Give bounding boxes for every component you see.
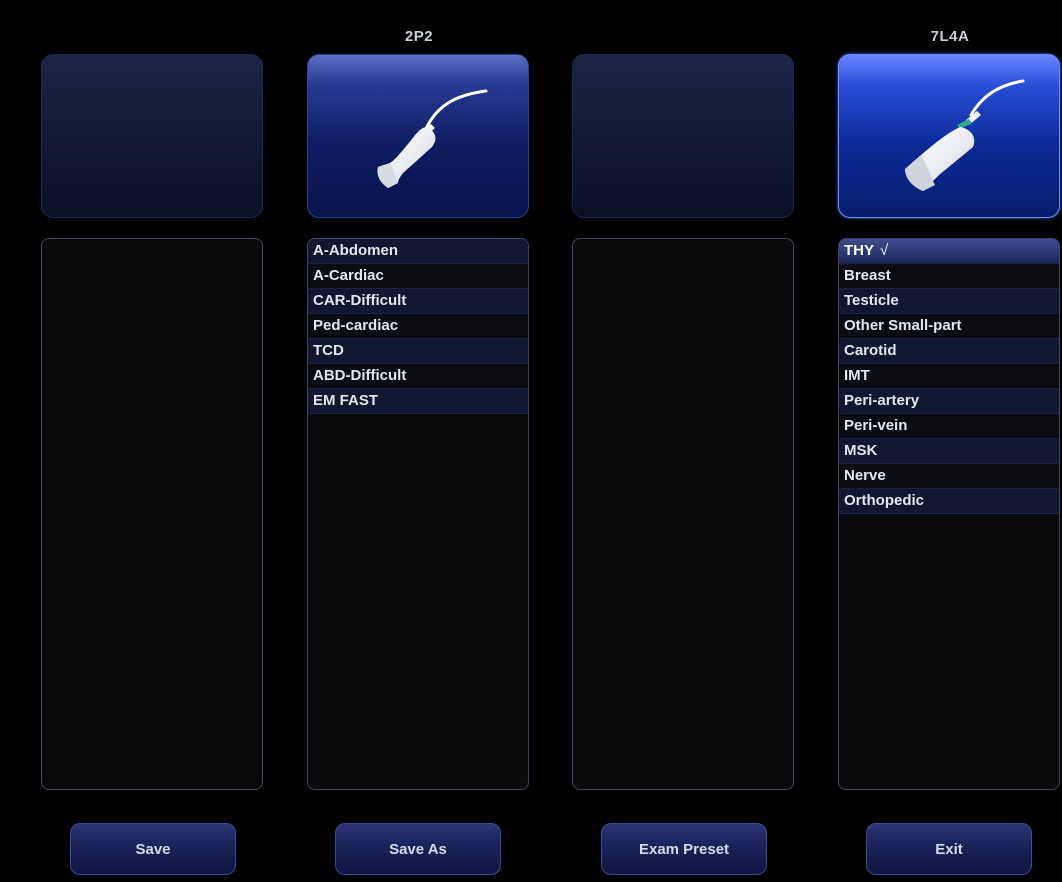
save-as-button[interactable]: Save As — [335, 823, 501, 875]
list-item[interactable]: Peri-artery — [839, 389, 1059, 414]
exit-button[interactable]: Exit — [866, 823, 1032, 875]
probe-slot-4[interactable] — [838, 54, 1060, 218]
list-item[interactable]: A-Cardiac — [308, 264, 528, 289]
list-item[interactable]: Testicle — [839, 289, 1059, 314]
list-item[interactable]: Orthopedic — [839, 489, 1059, 514]
list-item[interactable]: Nerve — [839, 464, 1059, 489]
exam-list-2: A-Abdomen A-Cardiac CAR-Difficult Ped-ca… — [307, 238, 529, 790]
probe-slot-1[interactable] — [41, 54, 263, 218]
list-item[interactable]: CAR-Difficult — [308, 289, 528, 314]
exam-list-3 — [572, 238, 794, 790]
list-item[interactable]: IMT — [839, 364, 1059, 389]
list-item[interactable]: MSK — [839, 439, 1059, 464]
list-item[interactable]: TCD — [308, 339, 528, 364]
list-item[interactable]: Peri-vein — [839, 414, 1059, 439]
linear-probe-icon — [905, 79, 1025, 191]
list-item[interactable]: ABD-Difficult — [308, 364, 528, 389]
list-item[interactable]: Other Small-part — [839, 314, 1059, 339]
probe-title-4: 7L4A — [930, 28, 970, 45]
list-item[interactable]: Carotid — [839, 339, 1059, 364]
list-item[interactable]: Ped-cardiac — [308, 314, 528, 339]
probe-slot-2[interactable] — [307, 54, 529, 218]
list-item[interactable]: A-Abdomen — [308, 239, 528, 264]
list-item-active[interactable]: THY √ — [839, 239, 1059, 264]
list-item[interactable]: EM FAST — [308, 389, 528, 414]
exam-label: THY — [844, 242, 874, 259]
exam-preset-button[interactable]: Exam Preset — [601, 823, 767, 875]
probe-slot-3[interactable] — [572, 54, 794, 218]
list-item[interactable]: Breast — [839, 264, 1059, 289]
phased-array-probe-icon — [377, 89, 488, 188]
exam-list-4: THY √ Breast Testicle Other Small-part Ca… — [838, 238, 1060, 790]
checkmark-icon: √ — [880, 242, 889, 259]
exam-list-1 — [41, 238, 263, 790]
save-button[interactable]: Save — [70, 823, 236, 875]
probe-title-2: 2P2 — [404, 28, 434, 45]
